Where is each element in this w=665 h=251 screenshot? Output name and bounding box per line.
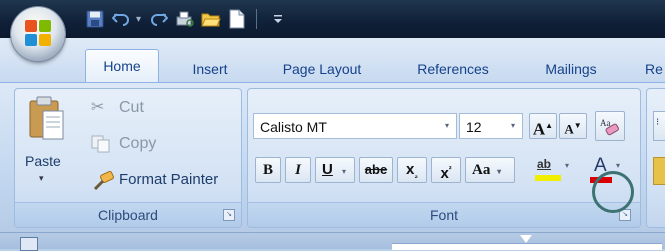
underline-dropdown-icon[interactable]: ▾ <box>342 167 346 176</box>
superscript-button[interactable]: x² <box>431 157 461 183</box>
font-family-arrow-icon: ▾ <box>444 121 449 130</box>
font-group: Calisto MT ▾ 12 ▾ A▲ A▼ Aa B I U ▾ abe x… <box>247 88 641 228</box>
qat-divider <box>256 9 257 29</box>
format-painter-button[interactable]: Format Painter <box>77 167 237 193</box>
ribbon-tab-strip: Home Insert Page Layout References Maili… <box>0 38 665 83</box>
bold-button[interactable]: B <box>255 157 281 183</box>
quick-access-toolbar: ▾ <box>84 7 289 31</box>
customize-qat-icon[interactable] <box>267 8 289 30</box>
paragraph-group-partial: ⁝ <box>646 88 665 228</box>
underline-label: U <box>322 161 333 178</box>
tab-page-layout[interactable]: Page Layout <box>270 56 374 82</box>
copy-label: Copy <box>119 135 157 152</box>
paste-dropdown-icon[interactable]: ▾ <box>39 173 44 184</box>
ribbon: Paste ▾ ✂ Cut Copy Format Painter Clipbo… <box>0 82 665 233</box>
office-logo-icon <box>25 20 51 46</box>
format-painter-label: Format Painter <box>119 171 219 188</box>
paintbrush-icon <box>93 171 114 191</box>
strikethrough-button[interactable]: abe <box>359 157 393 183</box>
change-case-button[interactable]: Aa ▾ <box>465 157 515 183</box>
tab-review[interactable]: Re <box>645 56 665 82</box>
print-preview-icon[interactable] <box>174 8 196 30</box>
shrink-font-button[interactable]: A▼ <box>559 113 587 139</box>
paste-button[interactable]: Paste ▾ <box>21 93 73 197</box>
title-bar: ▾ <box>0 0 665 38</box>
superscript-label: x <box>440 165 449 182</box>
highlight-label: ab <box>537 157 552 171</box>
tab-insert[interactable]: Insert <box>178 56 242 82</box>
font-group-label: Font <box>248 202 640 227</box>
cut-button[interactable]: ✂ Cut <box>77 95 187 121</box>
highlight-color-swatch <box>535 175 561 181</box>
font-size-arrow-icon: ▾ <box>510 121 515 130</box>
grow-font-label: A <box>532 119 546 139</box>
tab-home[interactable]: Home <box>85 49 159 83</box>
copy-button[interactable]: Copy <box>77 131 187 157</box>
highlight-dropdown-icon[interactable]: ▾ <box>565 161 569 170</box>
first-line-indent-marker[interactable] <box>520 235 532 243</box>
font-family-value: Calisto MT <box>260 119 327 135</box>
bullets-button[interactable]: ⁝ <box>653 111 665 141</box>
save-icon[interactable] <box>84 8 106 30</box>
underline-button[interactable]: U ▾ <box>315 157 355 183</box>
undo-dropdown-icon[interactable]: ▾ <box>136 14 144 25</box>
ruler-strip <box>0 232 665 251</box>
svg-text:Aa: Aa <box>600 118 611 128</box>
font-color-dropdown-icon[interactable]: ▾ <box>616 161 620 170</box>
italic-button[interactable]: I <box>285 157 311 183</box>
tab-references[interactable]: References <box>405 56 501 82</box>
subscript-button[interactable]: x₂ <box>397 157 427 183</box>
text-highlight-button[interactable]: ab ▾ <box>533 155 577 185</box>
font-size-dropdown[interactable]: 12 ▾ <box>459 113 523 139</box>
open-folder-icon[interactable] <box>200 8 222 30</box>
change-case-label: Aa <box>472 162 491 178</box>
grow-font-button[interactable]: A▲ <box>529 113 557 139</box>
ruler-tab-selector[interactable] <box>20 237 38 251</box>
shrink-font-label: A <box>564 121 574 137</box>
tab-mailings[interactable]: Mailings <box>530 56 612 82</box>
horizontal-ruler[interactable] <box>392 243 662 250</box>
clear-formatting-icon: Aa <box>600 118 619 136</box>
new-document-icon[interactable] <box>226 8 248 30</box>
font-family-dropdown[interactable]: Calisto MT ▾ <box>253 113 457 139</box>
shading-button[interactable] <box>653 157 665 185</box>
office-button[interactable] <box>11 7 65 61</box>
clipboard-group-label: Clipboard <box>15 202 241 227</box>
annotation-circle <box>592 171 634 213</box>
bullets-icon: ⁝ <box>656 117 660 128</box>
undo-icon[interactable] <box>110 8 132 30</box>
redo-icon[interactable] <box>148 8 170 30</box>
paste-icon <box>29 96 64 140</box>
change-case-dropdown-icon[interactable]: ▾ <box>497 167 501 176</box>
clipboard-dialog-launcher-icon[interactable]: ↘ <box>223 209 235 221</box>
clipboard-group: Paste ▾ ✂ Cut Copy Format Painter Clipbo… <box>14 88 242 228</box>
copy-icon <box>91 135 110 153</box>
font-size-value: 12 <box>466 119 482 135</box>
paste-label: Paste <box>25 153 61 169</box>
clear-formatting-button[interactable]: Aa <box>595 111 625 141</box>
scissors-icon: ✂ <box>91 99 105 116</box>
cut-label: Cut <box>119 99 144 116</box>
